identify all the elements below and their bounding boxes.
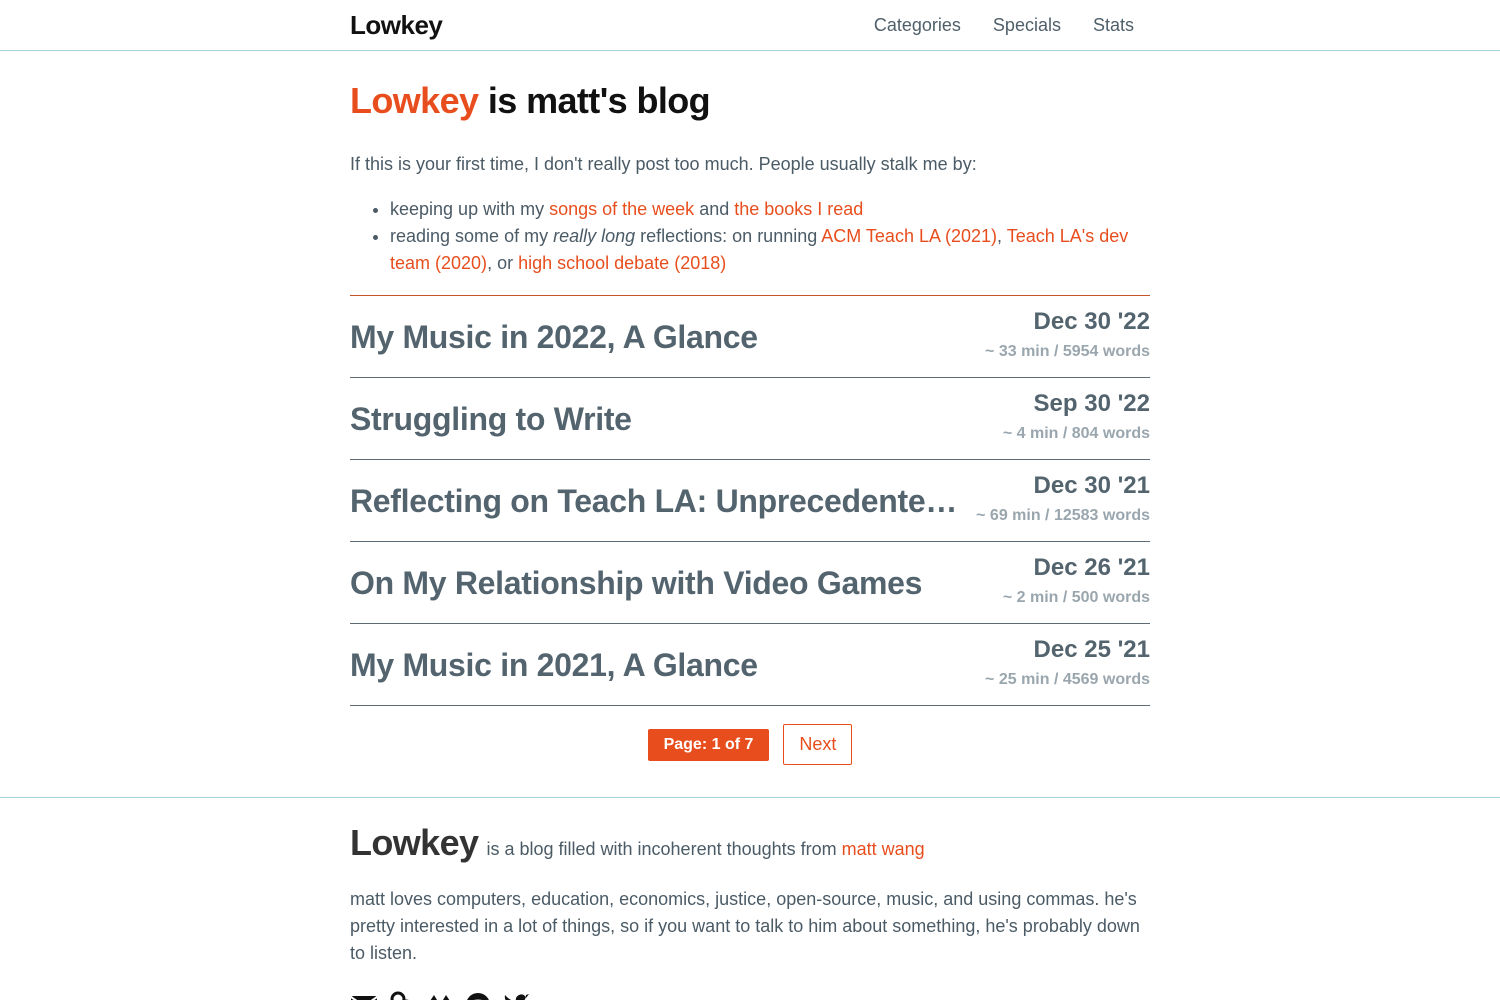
footer-brand: Lowkey [350,822,479,863]
nav-categories-link[interactable]: Categories [874,15,961,36]
post-reading-stats: ~ 25 min / 4569 words [985,671,1150,688]
post-date: Dec 25 '21 [1033,636,1150,663]
page-indicator: Page: 1 of 7 [647,728,770,761]
main-nav: Categories Specials Stats [874,15,1134,36]
post-row[interactable]: My Music in 2022, A Glance Dec 30 '22 ~ … [350,296,1150,378]
intro-text: If this is your first time, I don't real… [350,154,977,174]
page-title: Lowkey is matt's blog [350,80,1150,122]
books-read-link[interactable]: the books I read [734,199,863,219]
footer-tagline-text: is a blog filled with incoherent thought… [486,839,842,859]
acm-teach-la-link[interactable]: ACM Teach LA (2021) [821,226,997,246]
post-row[interactable]: Struggling to Write Sep 30 '22 ~ 4 min /… [350,378,1150,460]
site-brand-link[interactable]: Lowkey [350,10,443,41]
post-row[interactable]: On My Relationship with Video Games Dec … [350,542,1150,624]
intro-text-span: , or [487,253,519,273]
twitter-icon[interactable] [502,989,530,1000]
footer-heading: Lowkey is a blog filled with incoherent … [350,822,1150,864]
intro-list-item: keeping up with my songs of the week and… [390,196,1150,223]
footer-bio: matt loves computers, education, economi… [350,889,1140,963]
post-reading-stats: ~ 2 min / 500 words [1002,589,1150,606]
post-date: Sep 30 '22 [1033,390,1150,417]
footer-tagline: is a blog filled with incoherent thought… [486,839,924,860]
post-date: Dec 30 '22 [1033,308,1150,335]
author-link[interactable]: matt wang [842,839,925,859]
post-title-link[interactable]: On My Relationship with Video Games [350,564,922,602]
link-icon[interactable] [388,989,416,1000]
intro-text-span: and [694,199,735,219]
nav-specials-link[interactable]: Specials [993,15,1061,36]
intro-text-span: reflections: on running [635,226,822,246]
next-page-button[interactable]: Next [783,724,853,765]
post-title-link[interactable]: Struggling to Write [350,400,632,438]
social-links [350,989,1150,1000]
post-row[interactable]: My Music in 2021, A Glance Dec 25 '21 ~ … [350,624,1150,706]
intro-text-span: reading some of my [390,226,554,246]
intro-text-span: , [997,226,1007,246]
post-reading-stats: ~ 4 min / 804 words [1002,425,1150,442]
songs-of-the-week-link[interactable]: songs of the week [549,199,694,219]
main-content: Lowkey is matt's blog If this is your fi… [350,52,1150,765]
footer-divider [0,797,1500,798]
post-title-link[interactable]: My Music in 2022, A Glance [350,318,758,356]
post-title-link[interactable]: My Music in 2021, A Glance [350,646,758,684]
footer: Lowkey is a blog filled with incoherent … [350,822,1150,1000]
nav-stats-link[interactable]: Stats [1093,15,1134,36]
spotify-icon[interactable] [464,989,492,1000]
post-row[interactable]: Reflecting on Teach LA: Unprecedented Ti… [350,460,1150,542]
top-nav-bar: Lowkey Categories Specials Stats [0,0,1500,51]
intro-list: keeping up with my songs of the week and… [350,196,1150,277]
post-title-link[interactable]: Reflecting on Teach LA: Unprecedented Ti… [350,482,960,520]
intro-text-span: keeping up with my [390,199,550,219]
intro-emphasis: really long [553,226,636,246]
post-date: Dec 30 '21 [1033,472,1150,499]
pagination: Page: 1 of 7 Next [350,724,1150,765]
page-title-rest: is matt's blog [478,80,711,121]
post-reading-stats: ~ 33 min / 5954 words [985,343,1150,360]
high-school-debate-link[interactable]: high school debate (2018) [518,253,726,273]
post-reading-stats: ~ 69 min / 12583 words [976,507,1150,524]
post-date: Dec 26 '21 [1033,554,1150,581]
intro-list-item: reading some of my really long reflectio… [390,223,1150,277]
page-title-accent: Lowkey [350,80,479,121]
github-icon[interactable] [426,989,454,1000]
mail-icon[interactable] [350,989,378,1000]
